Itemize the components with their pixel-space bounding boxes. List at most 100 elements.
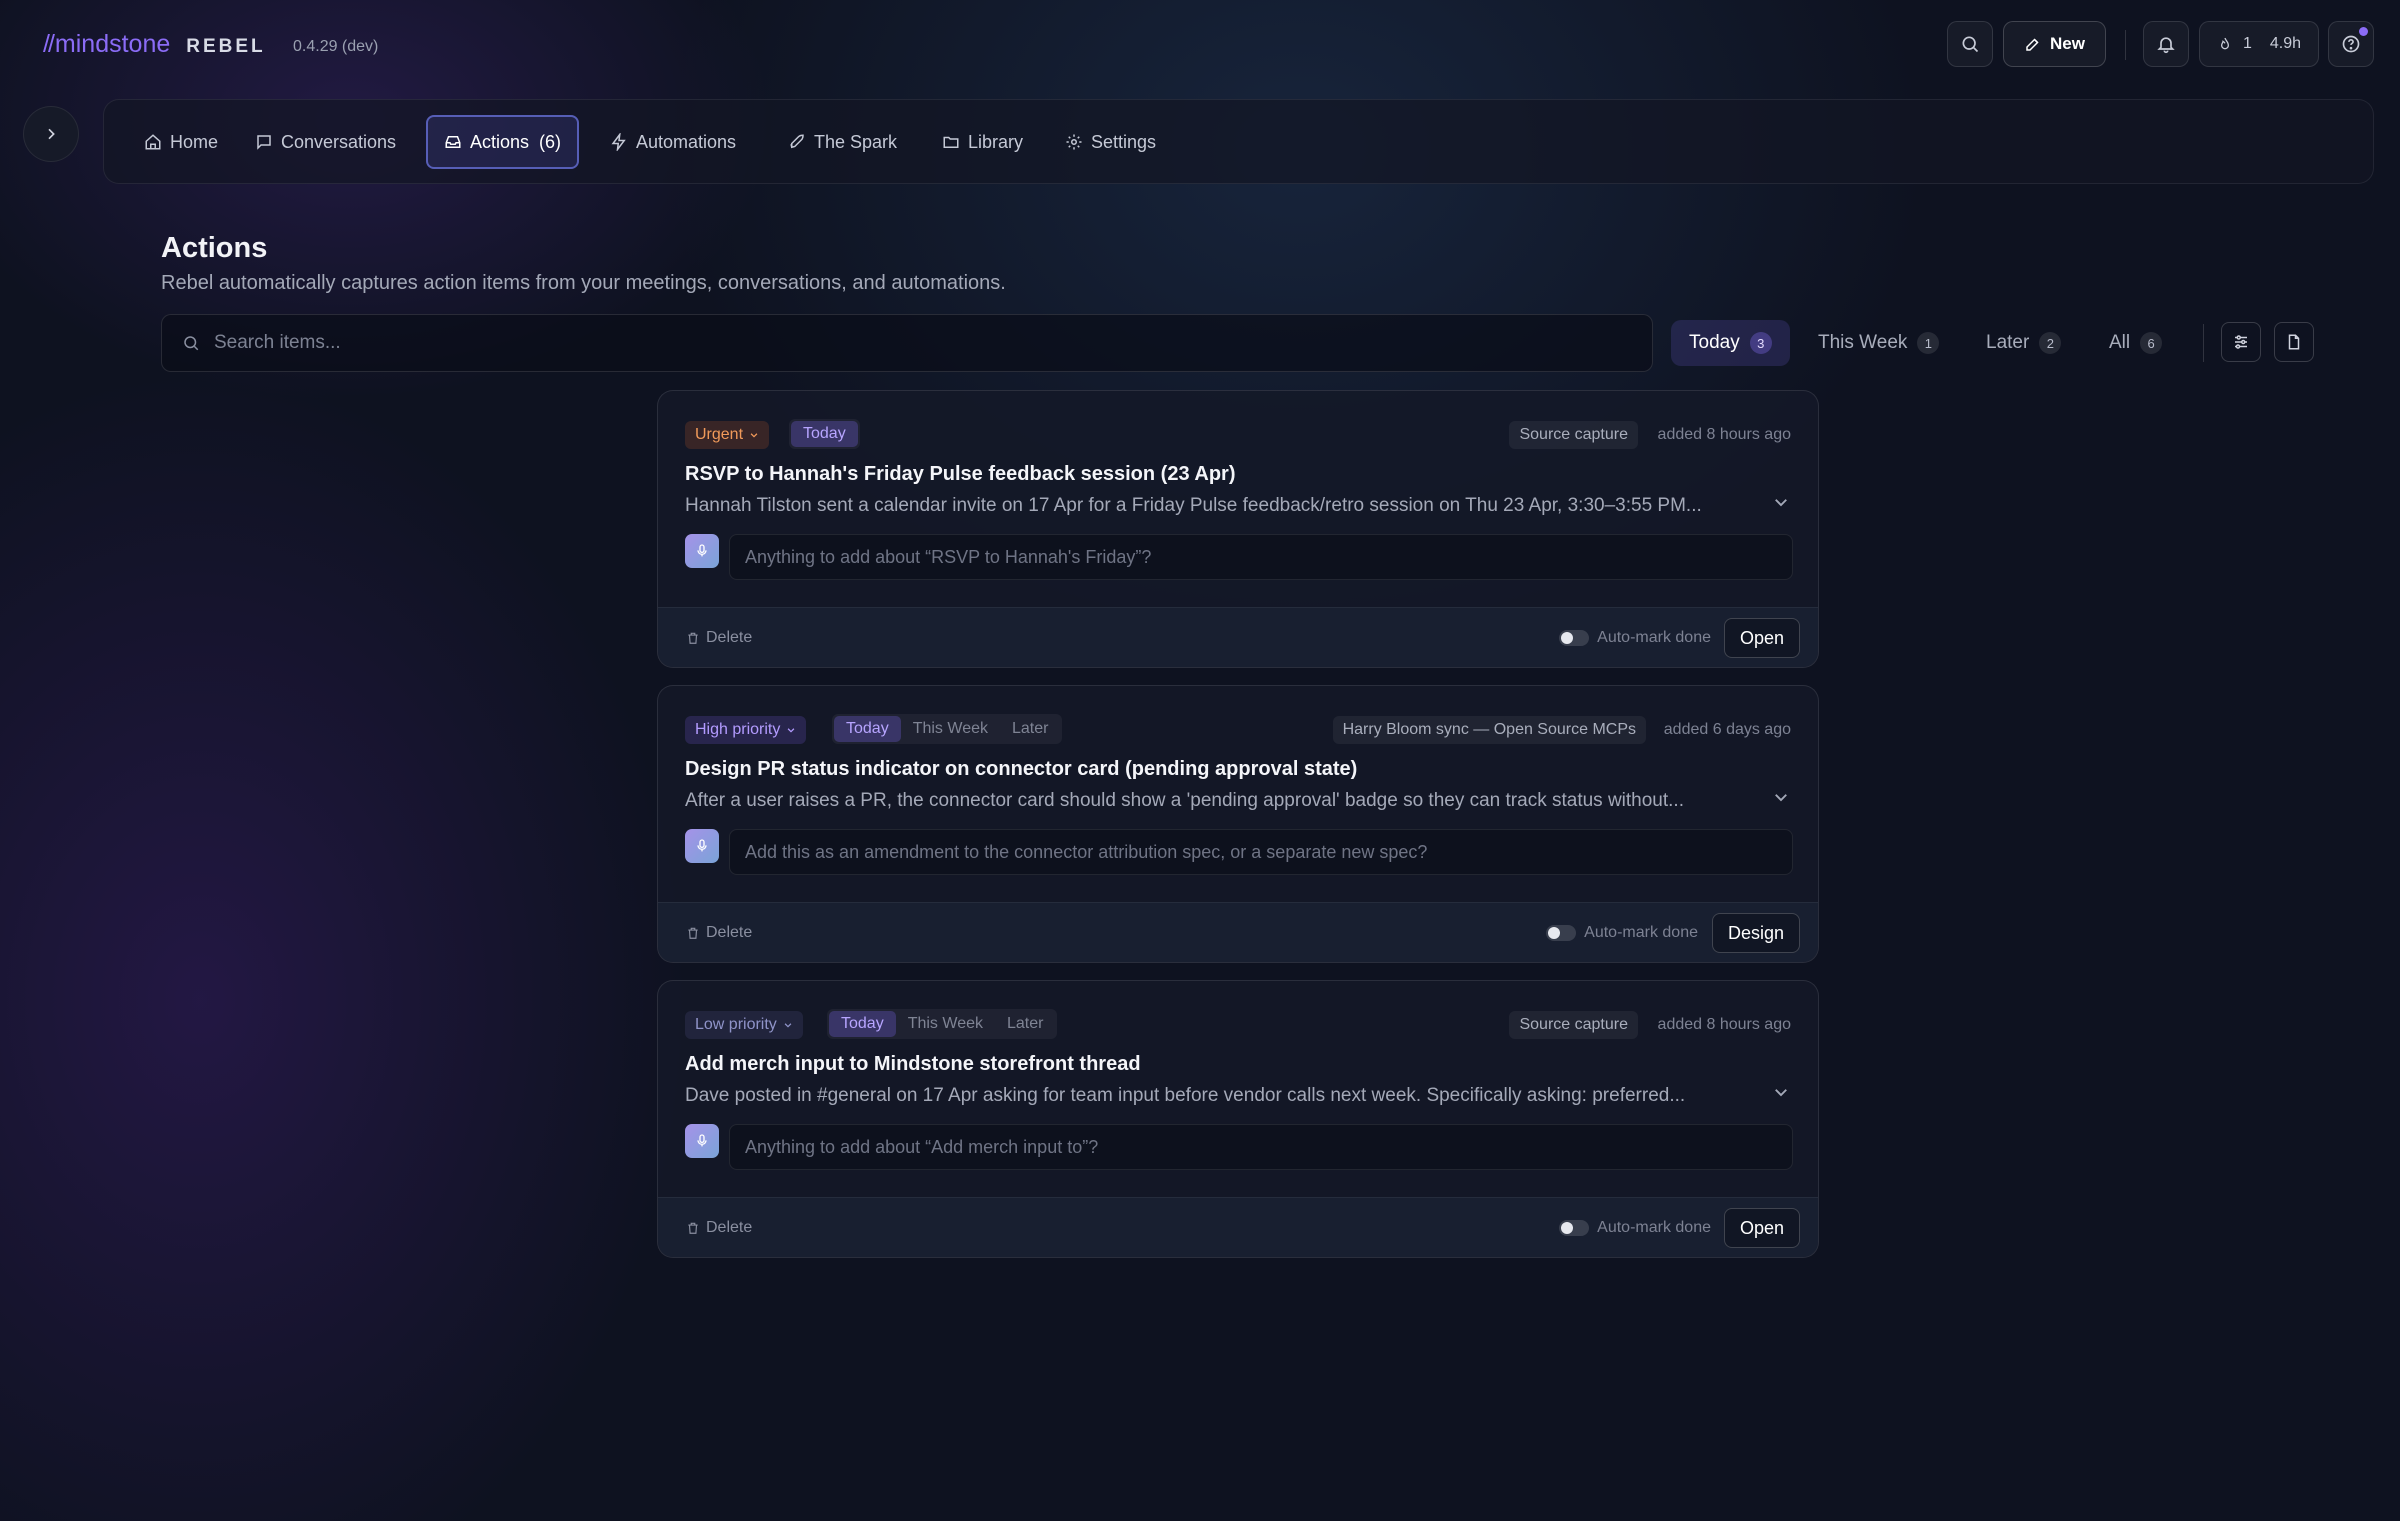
rocket-icon [790, 134, 804, 149]
trash-icon [688, 632, 698, 644]
filter-all[interactable]: All 6 [2091, 320, 2180, 366]
schedule-option[interactable]: Today [791, 421, 858, 447]
nav-label-settings: Settings [1091, 131, 1157, 152]
delete-button[interactable]: Delete [686, 1219, 752, 1237]
filter-divider [2203, 324, 2204, 362]
card-description: After a user raises a PR, the connector … [685, 790, 1684, 811]
nav-item-the-spark[interactable]: The Spark [772, 115, 913, 169]
help-button[interactable] [2328, 21, 2374, 67]
card-action-button[interactable]: Open [1723, 1208, 1800, 1248]
nav-label-library: Library [968, 131, 1024, 152]
priority-dropdown[interactable]: Urgent [685, 421, 770, 449]
card-action-button[interactable]: Design [1711, 913, 1800, 953]
logo-slashes: // [43, 30, 55, 58]
microphone-icon [697, 544, 707, 557]
gear-icon [1066, 134, 1082, 150]
note-input[interactable] [745, 546, 1775, 568]
note-input[interactable] [745, 841, 1775, 863]
document-icon [2288, 334, 2300, 350]
home-icon [145, 134, 161, 150]
source-tag[interactable]: Source capture [1509, 421, 1638, 449]
auto-mark-label: Auto-mark done [1597, 1219, 1711, 1236]
delete-button[interactable]: Delete [686, 629, 752, 647]
microphone-icon [697, 1134, 707, 1147]
schedule-selector: Today This Week Later [827, 1009, 1058, 1039]
auto-mark-done-toggle[interactable]: Auto-mark done [1559, 629, 1711, 647]
filter-today[interactable]: Today 3 [1671, 320, 1790, 366]
notifications-button[interactable] [2143, 21, 2189, 67]
filter-later[interactable]: Later 2 [1968, 320, 2079, 366]
priority-dropdown[interactable]: Low priority [685, 1011, 803, 1039]
voice-input-button[interactable] [685, 829, 719, 863]
card-footer: Delete Auto-mark done Open [658, 607, 1818, 667]
voice-input-button[interactable] [685, 534, 719, 568]
card-title[interactable]: Design PR status indicator on connector … [685, 758, 1357, 781]
logo-brand-name: mindstone [54, 30, 171, 58]
voice-input-button[interactable] [685, 1124, 719, 1158]
sidebar-toggle-button[interactable] [23, 106, 79, 162]
nav-item-settings[interactable]: Settings [1049, 115, 1172, 169]
toggle-switch[interactable] [1559, 630, 1590, 646]
new-button[interactable]: New [2003, 21, 2106, 67]
card-title[interactable]: RSVP to Hannah's Friday Pulse feedback s… [685, 463, 1236, 486]
nav-item-library[interactable]: Library [926, 115, 1039, 169]
logo-product-name: REBEL [186, 36, 266, 57]
filter-label: Today [1689, 332, 1740, 353]
streak-button[interactable]: 1 4.9h [2199, 21, 2319, 67]
toggle-switch[interactable] [1559, 1220, 1590, 1236]
auto-mark-label: Auto-mark done [1597, 629, 1711, 646]
priority-dropdown[interactable]: High priority [685, 716, 807, 744]
source-tag[interactable]: Source capture [1509, 1011, 1638, 1039]
delete-label: Delete [706, 1219, 753, 1236]
flame-icon [2220, 37, 2229, 50]
schedule-option[interactable]: Today [829, 1011, 896, 1037]
nav-label-the-spark: The Spark [814, 131, 898, 152]
toolbar-divider [2125, 30, 2126, 60]
delete-button[interactable]: Delete [686, 924, 752, 942]
nav-item-actions[interactable]: Actions (6) [426, 115, 580, 169]
schedule-option[interactable]: This Week [901, 716, 1000, 742]
schedule-option[interactable]: Later [995, 1011, 1055, 1037]
nav-item-conversations[interactable]: Conversations [239, 115, 412, 169]
filter-this-week[interactable]: This Week 1 [1800, 320, 1957, 366]
search-input[interactable] [214, 332, 1614, 354]
filter-settings-button[interactable] [2221, 322, 2261, 362]
app-version: 0.4.29 (dev) [293, 38, 379, 55]
card-title[interactable]: Add merch input to Mindstone storefront … [685, 1053, 1141, 1076]
auto-mark-done-toggle[interactable]: Auto-mark done [1559, 1219, 1711, 1237]
toggle-switch[interactable] [1546, 925, 1577, 941]
schedule-option[interactable]: This Week [896, 1011, 995, 1037]
auto-mark-done-toggle[interactable]: Auto-mark done [1546, 924, 1698, 942]
help-notification-dot [2359, 27, 2368, 36]
source-tag[interactable]: Harry Bloom sync — Open Source MCPs [1332, 716, 1646, 744]
chevron-right-icon [48, 128, 55, 140]
folder-icon [943, 136, 959, 148]
card-description: Hannah Tilston sent a calendar invite on… [685, 495, 1702, 516]
expand-chevron-icon[interactable] [1772, 1083, 1790, 1101]
page-subtitle: Rebel automatically captures action item… [161, 272, 1006, 294]
nav-item-automations[interactable]: Automations [594, 115, 752, 169]
chevron-down-icon [788, 728, 795, 733]
expand-chevron-icon[interactable] [1772, 493, 1790, 511]
schedule-selector: Today This Week Later [832, 714, 1063, 744]
sliders-icon [2235, 335, 2247, 349]
schedule-option[interactable]: Today [834, 716, 901, 742]
added-time: added 8 hours ago [1657, 1016, 1791, 1033]
priority-label: Low priority [695, 1016, 777, 1033]
priority-label: High priority [695, 721, 781, 738]
note-field [729, 829, 1793, 875]
expand-chevron-icon[interactable] [1772, 788, 1790, 806]
action-card: Urgent Today Source capture added 8 hour… [657, 390, 1819, 668]
hours-value: 4.9h [2269, 35, 2302, 52]
document-view-button[interactable] [2274, 322, 2314, 362]
action-card: High priority Today This Week Later Harr… [657, 685, 1819, 963]
note-field [729, 1124, 1793, 1170]
note-input[interactable] [745, 1136, 1775, 1158]
search-button[interactable] [1947, 21, 1993, 67]
bell-icon [2157, 37, 2175, 54]
nav-item-home[interactable]: Home [128, 115, 234, 169]
inbox-icon [445, 136, 461, 148]
schedule-option[interactable]: Later [1000, 716, 1060, 742]
app-logo: //mindstone REBEL [43, 30, 266, 59]
card-action-button[interactable]: Open [1723, 618, 1800, 658]
